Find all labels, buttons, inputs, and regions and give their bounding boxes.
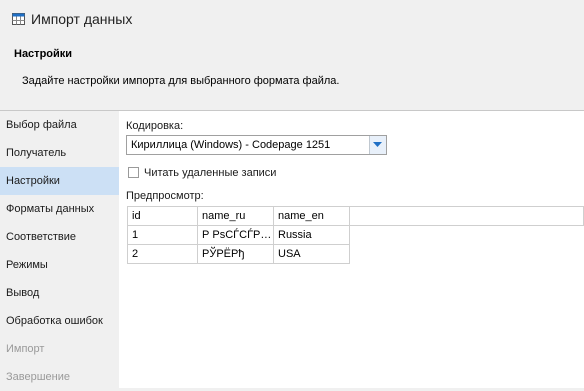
nav-item-settings[interactable]: Настройки [0, 167, 119, 195]
nav-item-file-select[interactable]: Выбор файла [0, 111, 119, 139]
cell-name-ru[interactable]: РЎРЁРђ [197, 244, 274, 264]
encoding-select[interactable]: Кириллица (Windows) - Codepage 1251 [126, 135, 387, 155]
column-header-name-en[interactable]: name_en [273, 206, 350, 226]
nav-item-import: Импорт [6, 343, 45, 355]
window-title: Импорт данных [31, 11, 133, 27]
nav-item-modes[interactable]: Режимы [0, 251, 119, 279]
wizard-steps-sidebar: Выбор файла Получатель Настройки Форматы… [0, 111, 119, 388]
table-header-row: id name_ru name_en [127, 206, 584, 226]
step-description: Задайте настройки импорта для выбранного… [22, 75, 340, 87]
cell-name-en[interactable]: USA [273, 244, 350, 264]
nav-item-finish: Завершение [6, 371, 70, 383]
read-deleted-checkbox[interactable] [128, 167, 139, 178]
nav-item-output[interactable]: Вывод [0, 279, 119, 307]
column-header-name-ru[interactable]: name_ru [197, 206, 274, 226]
cell-empty [350, 226, 584, 245]
read-deleted-label: Читать удаленные записи [144, 167, 277, 179]
table-row[interactable]: 1 Р РѕСЃСЃРё... Russia [127, 225, 584, 245]
dropdown-button[interactable] [369, 136, 386, 154]
settings-panel: Кодировка: Кириллица (Windows) - Codepag… [119, 111, 584, 388]
step-header: Настройки Задайте настройки импорта для … [0, 38, 584, 111]
column-header-id[interactable]: id [127, 206, 198, 226]
encoding-value: Кириллица (Windows) - Codepage 1251 [131, 139, 331, 151]
calendar-table-icon [12, 13, 25, 25]
preview-table: id name_ru name_en 1 Р РѕСЃСЃРё... Russi… [127, 206, 584, 264]
cell-name-en[interactable]: Russia [273, 225, 350, 245]
encoding-label: Кодировка: [126, 120, 184, 132]
nav-item-recipient[interactable]: Получатель [0, 139, 119, 167]
title-bar: Импорт данных [0, 0, 584, 38]
chevron-down-icon [373, 142, 382, 147]
cell-id[interactable]: 1 [127, 225, 198, 245]
column-header-empty [349, 206, 584, 226]
nav-item-mapping[interactable]: Соответствие [0, 223, 119, 251]
table-row[interactable]: 2 РЎРЁРђ USA [127, 244, 584, 264]
preview-label: Предпросмотр: [126, 190, 204, 202]
nav-item-data-formats[interactable]: Форматы данных [0, 195, 119, 223]
cell-id[interactable]: 2 [127, 244, 198, 264]
cell-empty [350, 245, 584, 264]
step-title: Настройки [14, 48, 73, 60]
nav-item-error-handling[interactable]: Обработка ошибок [0, 307, 119, 335]
cell-name-ru[interactable]: Р РѕСЃСЃРё... [197, 225, 274, 245]
